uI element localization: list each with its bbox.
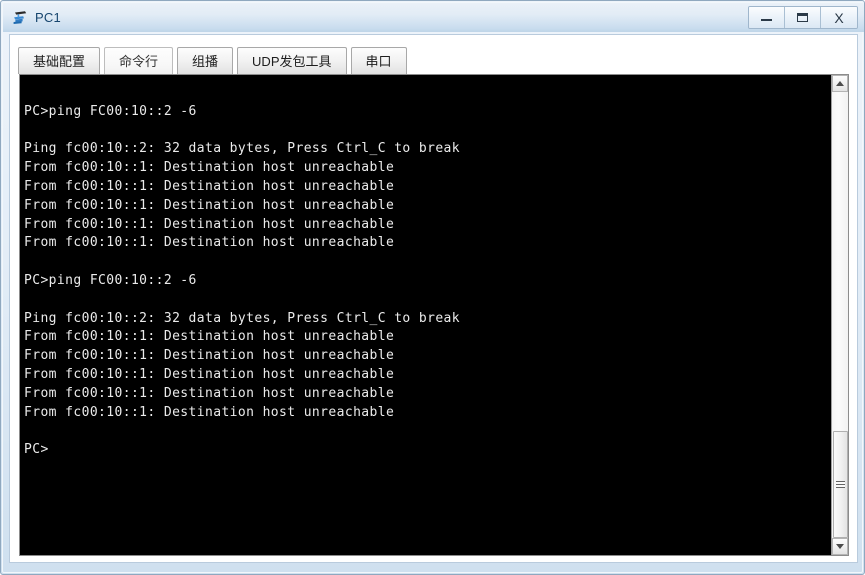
close-button[interactable]: X xyxy=(821,7,857,28)
tab-basic-config[interactable]: 基础配置 xyxy=(18,47,101,74)
scroll-down-arrow-icon xyxy=(836,544,844,549)
terminal-line: PC>ping FC00:10::2 -6 xyxy=(24,272,197,288)
terminal-scrollbar[interactable] xyxy=(831,75,848,555)
terminal-line: From fc00:10::1: Destination host unreac… xyxy=(24,404,395,420)
tab-multicast-label: 组播 xyxy=(192,53,219,69)
terminal-output[interactable]: PC>ping FC00:10::2 -6 Ping fc00:10::2: 3… xyxy=(20,75,831,555)
maximize-icon xyxy=(797,13,808,22)
close-icon: X xyxy=(834,9,844,26)
scroll-up-arrow-icon xyxy=(836,81,844,86)
tab-udp-sender-label: UDP发包工具 xyxy=(252,53,332,69)
terminal-line: Ping fc00:10::2: 32 data bytes, Press Ct… xyxy=(24,141,461,157)
terminal-line: From fc00:10::1: Destination host unreac… xyxy=(24,385,395,401)
minimize-icon xyxy=(761,19,772,21)
maximize-button[interactable] xyxy=(785,7,821,28)
tab-udp-sender[interactable]: UDP发包工具 xyxy=(237,47,347,74)
tab-serial-port-label: 串口 xyxy=(365,53,392,69)
terminal-line: From fc00:10::1: Destination host unreac… xyxy=(24,216,395,232)
tab-serial-port[interactable]: 串口 xyxy=(350,47,407,74)
terminal-line: From fc00:10::1: Destination host unreac… xyxy=(24,348,395,364)
tab-command-line-label: 命令行 xyxy=(119,53,159,69)
terminal-line: From fc00:10::1: Destination host unreac… xyxy=(24,235,395,251)
terminal-line: PC> xyxy=(24,442,49,458)
tab-bar: 基础配置 命令行 组播 UDP发包工具 串口 xyxy=(18,44,407,74)
tab-multicast[interactable]: 组播 xyxy=(177,47,234,74)
window-footer xyxy=(9,564,858,570)
tab-command-line[interactable]: 命令行 xyxy=(104,47,174,74)
terminal-line: PC>ping FC00:10::2 -6 xyxy=(24,103,197,119)
scrollbar-track[interactable] xyxy=(832,92,848,538)
minimize-button[interactable] xyxy=(749,7,785,28)
window-controls: X xyxy=(748,6,858,29)
terminal-line: From fc00:10::1: Destination host unreac… xyxy=(24,366,395,382)
pc-device-icon xyxy=(12,9,30,27)
client-panel: 基础配置 命令行 组播 UDP发包工具 串口 PC>ping FC00:10::… xyxy=(9,34,858,563)
pc1-window: PC1 X 基础配置 命令行 组播 UDP发包工具 串口 PC>ping FC0… xyxy=(0,0,865,575)
terminal-line: From fc00:10::1: Destination host unreac… xyxy=(24,178,395,194)
scrollbar-grip-icon xyxy=(836,480,845,488)
terminal-line: From fc00:10::1: Destination host unreac… xyxy=(24,197,395,213)
terminal-line: From fc00:10::1: Destination host unreac… xyxy=(24,329,395,345)
tab-basic-config-label: 基础配置 xyxy=(33,53,86,69)
scroll-down-button[interactable] xyxy=(832,538,848,555)
terminal-line: Ping fc00:10::2: 32 data bytes, Press Ct… xyxy=(24,310,461,326)
scroll-up-button[interactable] xyxy=(832,75,848,92)
title-bar[interactable]: PC1 X xyxy=(3,3,864,32)
scrollbar-thumb[interactable] xyxy=(833,430,848,538)
window-title: PC1 xyxy=(35,10,61,25)
title-bar-left: PC1 xyxy=(12,7,61,29)
terminal-container: PC>ping FC00:10::2 -6 Ping fc00:10::2: 3… xyxy=(19,74,849,556)
terminal-line: From fc00:10::1: Destination host unreac… xyxy=(24,160,395,176)
